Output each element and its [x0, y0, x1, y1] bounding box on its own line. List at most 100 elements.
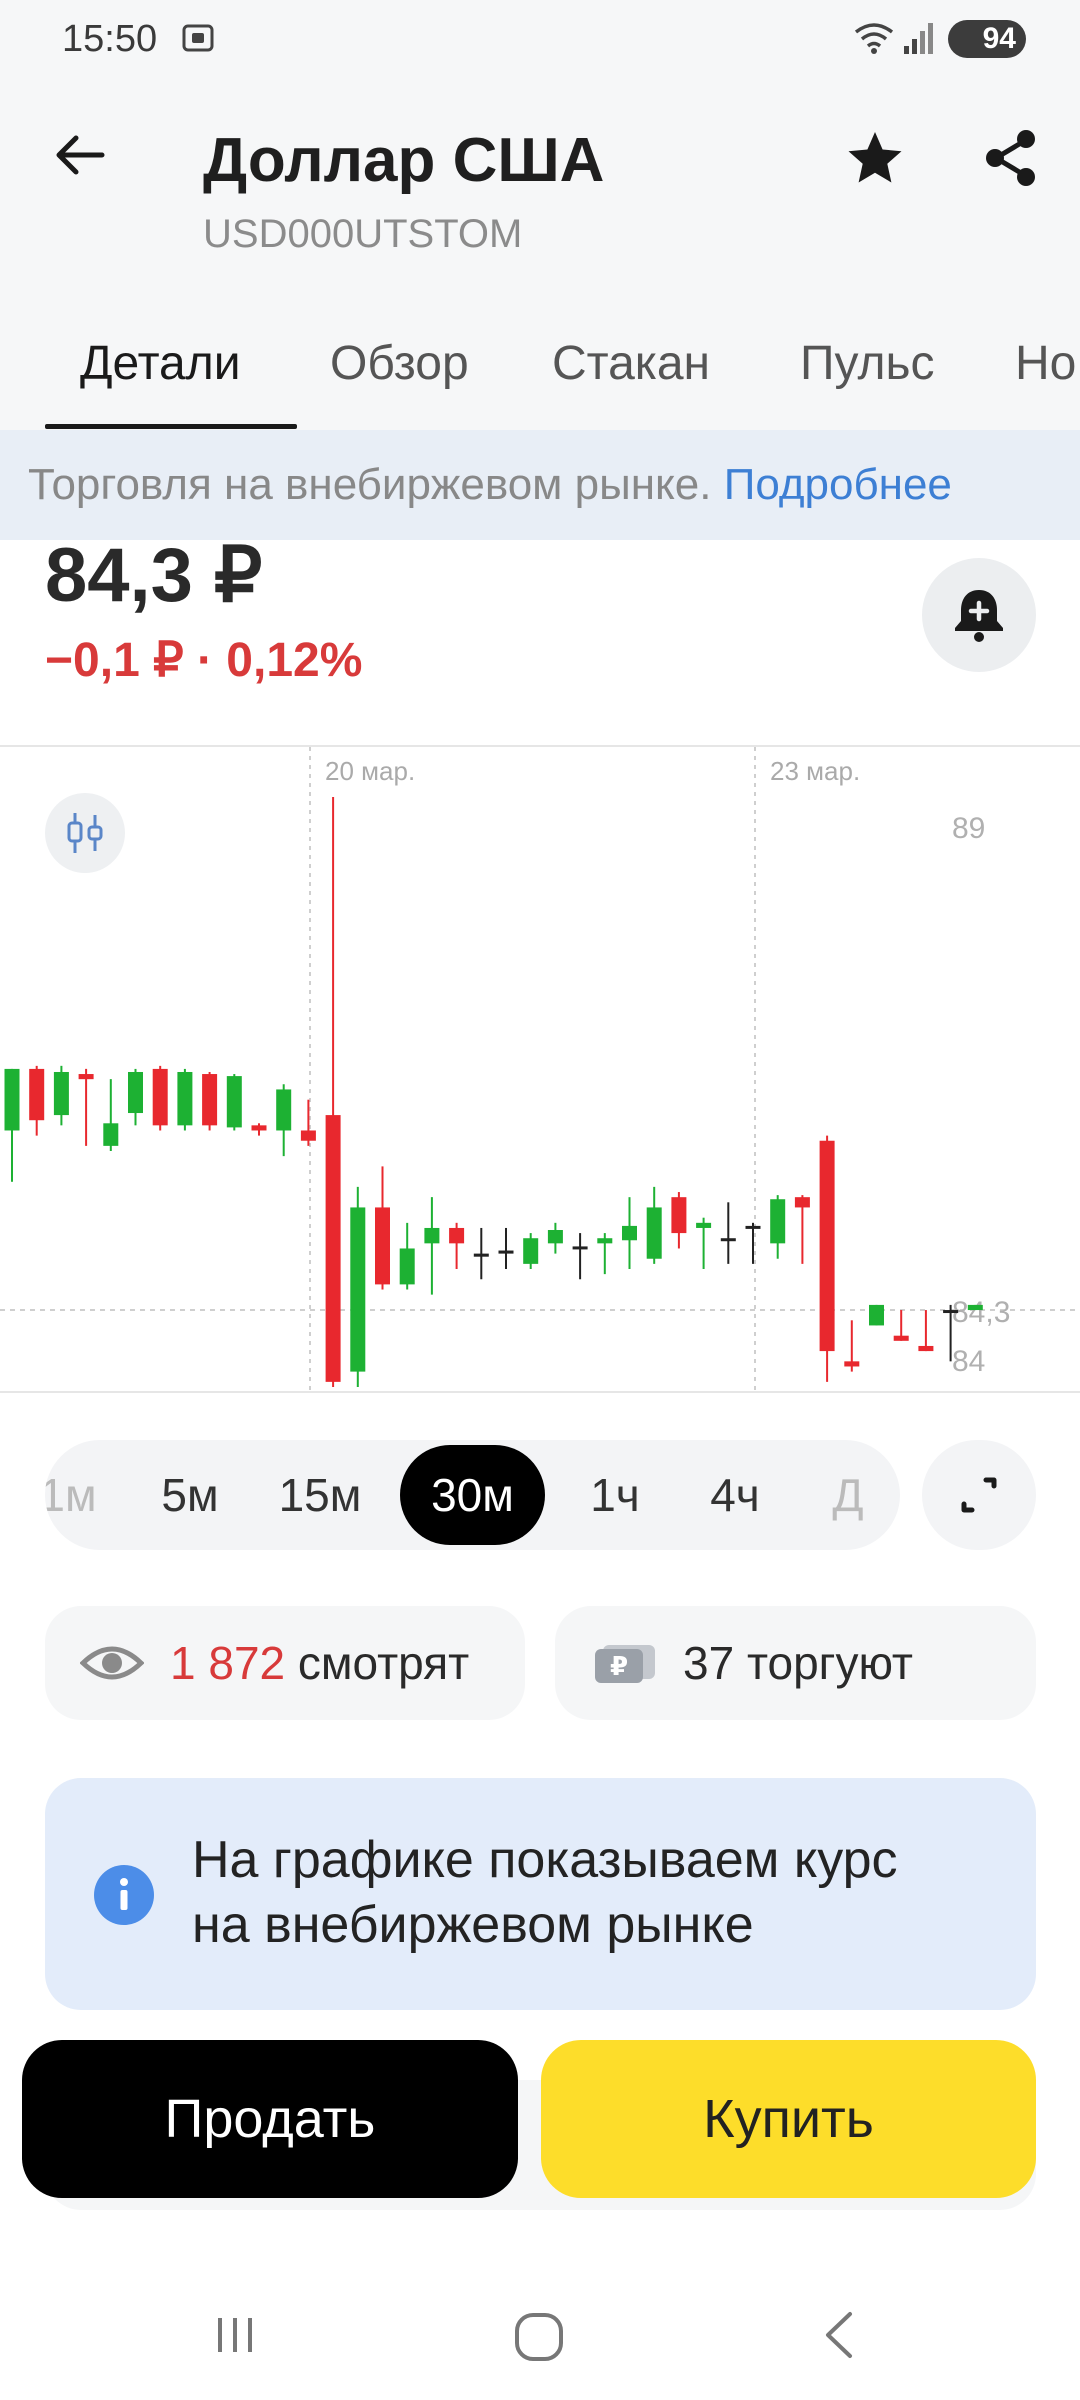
candle-body [622, 1225, 637, 1241]
candle-body [523, 1238, 539, 1264]
candle-body [696, 1222, 712, 1228]
tab-bar: Детали Обзор Стакан Пульс Но [0, 320, 1080, 430]
tab-overview[interactable]: Обзор [330, 336, 469, 391]
candle-body [819, 1140, 835, 1352]
candle-body [424, 1227, 440, 1244]
candle-body [918, 1345, 934, 1352]
date-label: 20 мар. [325, 756, 415, 786]
y-axis-label: 84,3 [952, 1296, 1010, 1329]
timeframe-1h[interactable]: 1ч [570, 1440, 660, 1550]
expand-icon [961, 1477, 997, 1513]
tab-orderbook[interactable]: Стакан [552, 336, 710, 391]
signal-icon [904, 23, 933, 54]
candle-body [325, 1115, 341, 1382]
candle-body [869, 1304, 884, 1326]
watchers-count: 1 872 [170, 1637, 286, 1689]
info-icon [94, 1865, 154, 1925]
timeframe-1m[interactable]: 1м [45, 1440, 103, 1550]
info-text-line1: На графике показываем курс [192, 1831, 898, 1889]
candle-body [78, 1074, 94, 1080]
eye-icon [80, 1646, 144, 1680]
system-nav-bar [0, 2280, 1080, 2400]
candle-body [967, 1304, 983, 1311]
page-title: Доллар США [203, 126, 605, 195]
candle-body [720, 1238, 736, 1242]
candle-body [646, 1207, 662, 1259]
traders-count: 37 торгуют [683, 1637, 913, 1689]
candle-body [671, 1197, 687, 1234]
y-axis-label: 89 [952, 812, 985, 845]
otc-banner: Торговля на внебиржевом рынке. Подробнее [0, 430, 1080, 540]
buy-button[interactable]: Купить [541, 2040, 1036, 2198]
candle-body [128, 1071, 143, 1114]
watchers-card[interactable]: 1 872 смотрят [45, 1606, 525, 1720]
otc-more-link[interactable]: Подробнее [724, 460, 952, 509]
tab-news[interactable]: Но [1015, 336, 1076, 391]
candle-body [350, 1207, 366, 1372]
nav-back-icon[interactable] [818, 2308, 862, 2362]
candle-body [276, 1089, 292, 1131]
candle-body [202, 1074, 218, 1126]
otc-banner-text: Торговля на внебиржевом рынке. [28, 460, 712, 509]
ruble-ticket-icon: ₽ [595, 1645, 655, 1683]
candle-body [597, 1238, 613, 1244]
candle-body [251, 1125, 267, 1131]
indicators-button[interactable] [45, 793, 125, 873]
tab-details[interactable]: Детали [80, 336, 241, 391]
timeframe-selector: 1м 5м 15м 30м 1ч 4ч Д [45, 1440, 900, 1550]
chart-info-card: На графике показываем курс на внебиржево… [45, 1778, 1036, 2010]
status-bar: 15:50 94 [0, 0, 1080, 80]
current-price: 84,3 ₽ [45, 533, 263, 618]
home-icon[interactable] [512, 2310, 566, 2364]
timeframe-5m[interactable]: 5м [145, 1440, 235, 1550]
bell-plus-icon [955, 590, 1003, 642]
candle-body [300, 1130, 316, 1141]
battery-indicator: 94 [948, 20, 1026, 58]
candle-body [177, 1071, 193, 1126]
candlestick-chart: 20 мар. 23 мар. 89 84,3 84 [0, 747, 1080, 1391]
candle-body [745, 1225, 761, 1229]
candle-body [770, 1199, 786, 1244]
timeframe-30m[interactable]: 30м [400, 1445, 545, 1545]
recent-apps-icon[interactable] [210, 2310, 260, 2360]
candle-body [473, 1253, 489, 1257]
candle-body [4, 1068, 20, 1131]
svg-text:₽: ₽ [610, 1652, 628, 1682]
date-label: 23 мар. [770, 756, 860, 786]
price-alert-button[interactable] [922, 558, 1036, 672]
back-arrow-icon[interactable] [50, 125, 110, 185]
y-axis-label: 84 [952, 1345, 985, 1378]
candle-body [572, 1246, 588, 1250]
candle-body [844, 1361, 860, 1367]
tab-pulse[interactable]: Пульс [800, 336, 934, 391]
candle-body [794, 1197, 810, 1208]
candle-body [152, 1068, 168, 1126]
timeframe-day[interactable]: Д [813, 1440, 883, 1550]
share-icon[interactable] [982, 128, 1040, 188]
candle-body [103, 1123, 119, 1146]
info-text-line2: на внебиржевом рынке [192, 1896, 754, 1954]
candle-body [547, 1230, 563, 1244]
sell-button[interactable]: Продать [22, 2040, 518, 2198]
candle-body [226, 1076, 242, 1128]
candle-body [53, 1071, 69, 1116]
watchers-label: смотрят [297, 1637, 470, 1689]
wifi-icon [854, 23, 894, 54]
candle-body [893, 1335, 909, 1341]
indicators-icon [67, 813, 103, 853]
candle-body [399, 1248, 415, 1285]
price-chart[interactable]: 20 мар. 23 мар. 89 84,3 84 [0, 745, 1080, 1393]
timeframe-4h[interactable]: 4ч [690, 1440, 780, 1550]
candle-body [29, 1068, 45, 1121]
fullscreen-button[interactable] [922, 1440, 1036, 1550]
candle-body [498, 1250, 514, 1254]
candle-body [375, 1207, 390, 1285]
candle-body [449, 1227, 465, 1244]
traders-card[interactable]: ₽ 37 торгуют [555, 1606, 1036, 1720]
ticker-code: USD000UTSTOM [203, 212, 523, 256]
active-tab-indicator [45, 424, 297, 429]
favorite-star-icon[interactable] [845, 128, 905, 188]
status-time: 15:50 [62, 18, 158, 60]
price-change: −0,1 ₽ · 0,12% [45, 634, 363, 687]
timeframe-15m[interactable]: 15м [270, 1440, 370, 1550]
